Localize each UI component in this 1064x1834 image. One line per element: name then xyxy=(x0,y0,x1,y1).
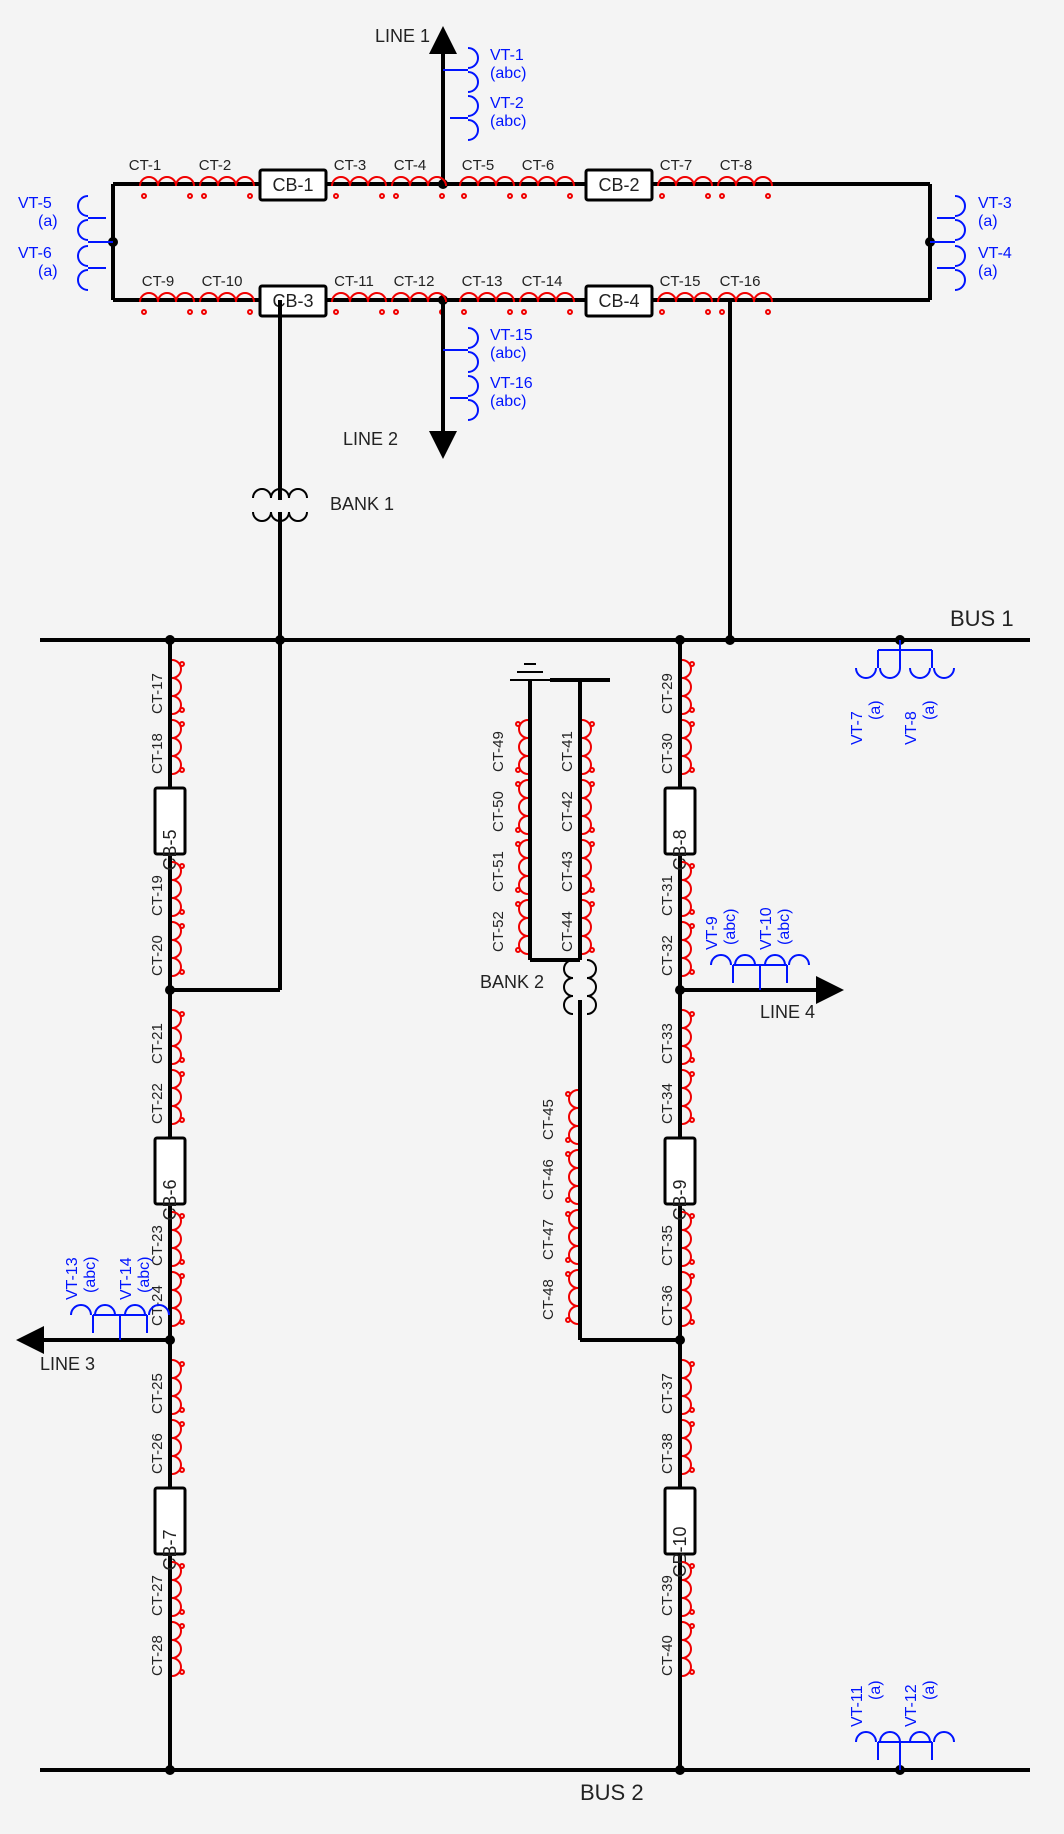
ct8: CT-8 xyxy=(720,157,753,174)
ct31: CT-31 xyxy=(659,875,676,916)
vt7-phase: (a) xyxy=(867,700,884,720)
ct44: CT-44 xyxy=(559,911,576,952)
label-line4: LINE 4 xyxy=(760,1002,815,1022)
ct38: CT-38 xyxy=(659,1433,676,1474)
ct37: CT-37 xyxy=(659,1373,676,1414)
vt15-phase: (abc) xyxy=(490,345,526,362)
vt4-phase: (a) xyxy=(978,263,998,280)
ct9: CT-9 xyxy=(142,273,175,290)
ct43: CT-43 xyxy=(559,851,576,892)
ct41: CT-41 xyxy=(559,731,576,772)
vt8-phase: (a) xyxy=(921,700,938,720)
vt8-name: VT-8 xyxy=(903,711,920,745)
ct10: CT-10 xyxy=(202,273,243,290)
ct39: CT-39 xyxy=(659,1575,676,1616)
ct28: CT-28 xyxy=(149,1635,166,1676)
cb10-label: CB-10 xyxy=(670,1526,690,1577)
vt2-phase: (abc) xyxy=(490,113,526,130)
vt13-name: VT-13 xyxy=(64,1257,81,1300)
ct42: CT-42 xyxy=(559,791,576,832)
vt16-phase: (abc) xyxy=(490,393,526,410)
ct20: CT-20 xyxy=(149,935,166,976)
ct21: CT-21 xyxy=(149,1023,166,1064)
ct36: CT-36 xyxy=(659,1285,676,1326)
ct19: CT-19 xyxy=(149,875,166,916)
vt6-name: VT-6 xyxy=(18,245,52,262)
label-bus1: BUS 1 xyxy=(950,606,1014,631)
ct13: CT-13 xyxy=(462,273,503,290)
vt9-phase: (abc) xyxy=(722,909,739,945)
cb2-label: CB-2 xyxy=(598,175,639,195)
ct52: CT-52 xyxy=(490,911,507,952)
vt16-name: VT-16 xyxy=(490,375,533,392)
ct40: CT-40 xyxy=(659,1635,676,1676)
label-line2: LINE 2 xyxy=(343,429,398,449)
vt12-name: VT-12 xyxy=(903,1684,920,1727)
label-line1: LINE 1 xyxy=(375,26,430,46)
vt12-phase: (a) xyxy=(921,1680,938,1700)
vt14-name: VT-14 xyxy=(118,1257,135,1300)
ct35: CT-35 xyxy=(659,1225,676,1266)
vt5-phase: (a) xyxy=(38,213,58,230)
vt11-name: VT-11 xyxy=(849,1685,866,1727)
ct47: CT-47 xyxy=(540,1219,557,1260)
ct26: CT-26 xyxy=(149,1433,166,1474)
ct2: CT-2 xyxy=(199,157,232,174)
vt4-name: VT-4 xyxy=(978,245,1012,262)
ct3: CT-3 xyxy=(334,157,367,174)
ct50: CT-50 xyxy=(490,791,507,832)
ct12: CT-12 xyxy=(394,273,435,290)
ct15: CT-15 xyxy=(660,273,701,290)
ct49: CT-49 xyxy=(490,731,507,772)
vt3-name: VT-3 xyxy=(978,195,1012,212)
vt10-phase: (abc) xyxy=(776,909,793,945)
ct7: CT-7 xyxy=(660,157,693,174)
vt1-phase: (abc) xyxy=(490,65,526,82)
vt11-phase: (a) xyxy=(867,1680,884,1700)
ct4: CT-4 xyxy=(394,157,427,174)
ct5: CT-5 xyxy=(462,157,495,174)
vt14-phase: (abc) xyxy=(136,1257,153,1293)
vt5-name: VT-5 xyxy=(18,195,52,212)
cb4-label: CB-4 xyxy=(598,291,639,311)
label-bus2: BUS 2 xyxy=(580,1780,644,1805)
vt2-name: VT-2 xyxy=(490,95,524,112)
ct1: CT-1 xyxy=(129,157,162,174)
ct18: CT-18 xyxy=(149,733,166,774)
ct48: CT-48 xyxy=(540,1279,557,1320)
ct46: CT-46 xyxy=(540,1159,557,1200)
vt10-name: VT-10 xyxy=(758,907,775,950)
ct14: CT-14 xyxy=(522,273,563,290)
ct22: CT-22 xyxy=(149,1083,166,1124)
vt3-phase: (a) xyxy=(978,213,998,230)
ct6: CT-6 xyxy=(522,157,555,174)
vt7-name: VT-7 xyxy=(849,711,866,745)
vt9-name: VT-9 xyxy=(704,916,721,950)
ct30: CT-30 xyxy=(659,733,676,774)
vt13-phase: (abc) xyxy=(82,1257,99,1293)
ct32: CT-32 xyxy=(659,935,676,976)
ct16: CT-16 xyxy=(720,273,761,290)
single-line-diagram: LINE 1 VT-1 (abc) VT-2 (abc) CT-1 CT-2 C… xyxy=(0,0,1064,1834)
cb1-label: CB-1 xyxy=(272,175,313,195)
vt15-name: VT-15 xyxy=(490,327,533,344)
ct17: CT-17 xyxy=(149,673,166,714)
ct34: CT-34 xyxy=(659,1083,676,1124)
ct25: CT-25 xyxy=(149,1373,166,1414)
label-line3: LINE 3 xyxy=(40,1354,95,1374)
ct45: CT-45 xyxy=(540,1099,557,1140)
ct51: CT-51 xyxy=(490,851,507,892)
label-bank1: BANK 1 xyxy=(330,494,394,514)
ct33: CT-33 xyxy=(659,1023,676,1064)
label-bank2: BANK 2 xyxy=(480,972,544,992)
vt6-phase: (a) xyxy=(38,263,58,280)
ct29: CT-29 xyxy=(659,673,676,714)
vt1-name: VT-1 xyxy=(490,47,524,64)
ct27: CT-27 xyxy=(149,1575,166,1616)
ct11: CT-11 xyxy=(334,273,374,290)
